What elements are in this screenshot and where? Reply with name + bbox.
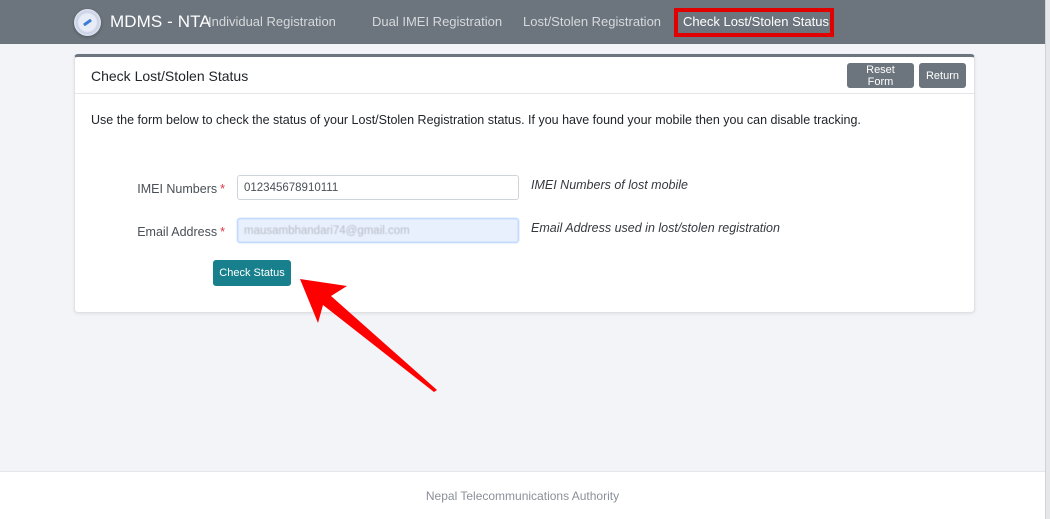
imei-help-text: IMEI Numbers of lost mobile (531, 178, 688, 192)
arrow-shape (300, 279, 437, 392)
return-button[interactable]: Return (919, 63, 966, 88)
required-mark: * (220, 182, 225, 196)
card-title: Check Lost/Stolen Status (91, 68, 249, 84)
footer-text: Nepal Telecommunications Authority (425, 489, 620, 503)
page-footer: Nepal Telecommunications Authority (0, 471, 1045, 519)
nav-dual-imei-registration[interactable]: Dual IMEI Registration (372, 14, 502, 29)
page-scrollbar[interactable] (1045, 0, 1050, 519)
check-status-card: Check Lost/Stolen Status Reset Form Retu… (74, 54, 975, 313)
top-navbar: MDMS - NTA Individual Registration Dual … (0, 0, 1045, 44)
nta-emblem-logo-icon (74, 8, 101, 36)
intro-text: Use the form below to check the status o… (91, 113, 861, 127)
brand-link[interactable]: MDMS - NTA (74, 7, 211, 37)
nav-lost-stolen-registration[interactable]: Lost/Stolen Registration (523, 14, 661, 29)
card-header: Check Lost/Stolen Status Reset Form Retu… (75, 57, 974, 94)
nav-individual-registration[interactable]: Individual Registration (208, 14, 336, 29)
required-mark: * (220, 225, 225, 239)
check-status-button[interactable]: Check Status (213, 260, 291, 286)
email-label-text: Email Address (137, 225, 218, 239)
imei-label-text: IMEI Numbers (137, 182, 218, 196)
imei-input[interactable] (237, 175, 519, 200)
reset-form-button[interactable]: Reset Form (847, 63, 914, 88)
email-input[interactable] (237, 218, 519, 243)
email-label: Email Address * (85, 225, 225, 239)
imei-label: IMEI Numbers * (85, 182, 225, 196)
highlight-box-annotation (674, 8, 834, 37)
red-arrow-annotation-icon (300, 279, 437, 392)
brand-title: MDMS - NTA (110, 12, 211, 31)
email-help-text: Email Address used in lost/stolen regist… (531, 221, 780, 235)
